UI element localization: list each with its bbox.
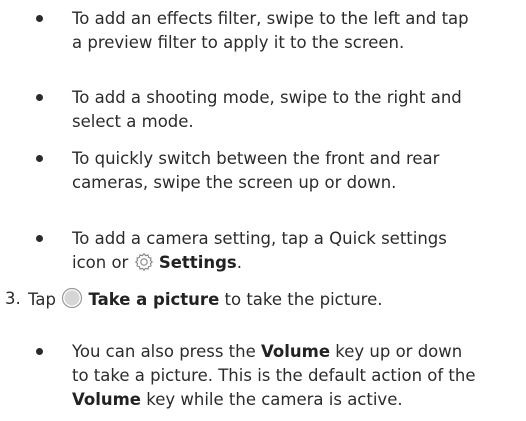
text-line: Volume key while the camera is active. xyxy=(72,388,506,412)
step-text: Tap Take a picture to take the picture. xyxy=(28,287,382,316)
text-line: You can also press the Volume key up or … xyxy=(72,340,506,364)
bullet-text: To add an effects filter, swipe to the l… xyxy=(72,7,506,55)
text-fragment: . xyxy=(236,253,242,272)
step-number: 3. xyxy=(5,289,21,308)
text-fragment: You can also press the xyxy=(72,342,256,361)
take-picture-label: Take a picture xyxy=(88,290,220,309)
bullet-text: You can also press the Volume key up or … xyxy=(72,340,506,412)
bullet-dot xyxy=(36,235,43,242)
text-line: icon or Settings. xyxy=(72,251,506,279)
text-line: To add an effects filter, swipe to the l… xyxy=(72,9,469,28)
manual-page: To add an effects filter, swipe to the l… xyxy=(0,0,526,421)
text-line: a preview filter to apply it to the scre… xyxy=(72,33,405,52)
text-fragment: key while the camera is active. xyxy=(146,390,403,409)
text-fragment: icon or xyxy=(72,253,129,272)
bullet-dot xyxy=(36,94,43,101)
volume-label: Volume xyxy=(72,390,141,409)
bullet-dot xyxy=(36,15,43,22)
shutter-button-icon xyxy=(61,287,83,316)
text-line: To add a shooting mode, swipe to the rig… xyxy=(72,88,462,107)
bullet-text: To add a camera setting, tap a Quick set… xyxy=(72,227,506,279)
gear-icon xyxy=(134,252,154,279)
text-line: cameras, swipe the screen up or down. xyxy=(72,173,397,192)
bullet-text: To quickly switch between the front and … xyxy=(72,147,506,195)
text-line: to take a picture. This is the default a… xyxy=(72,366,476,385)
bullet-dot xyxy=(36,348,43,355)
bullet-dot xyxy=(36,155,43,162)
text-line: select a mode. xyxy=(72,112,194,131)
text-fragment: to take the picture. xyxy=(224,290,383,309)
text-fragment: key up or down xyxy=(335,342,463,361)
bullet-text: To add a shooting mode, swipe to the rig… xyxy=(72,86,506,134)
text-line: To quickly switch between the front and … xyxy=(72,149,440,168)
text-line: To add a camera setting, tap a Quick set… xyxy=(72,229,447,248)
text-fragment: Tap xyxy=(28,290,56,309)
volume-label: Volume xyxy=(261,342,331,361)
settings-label: Settings xyxy=(158,253,237,272)
